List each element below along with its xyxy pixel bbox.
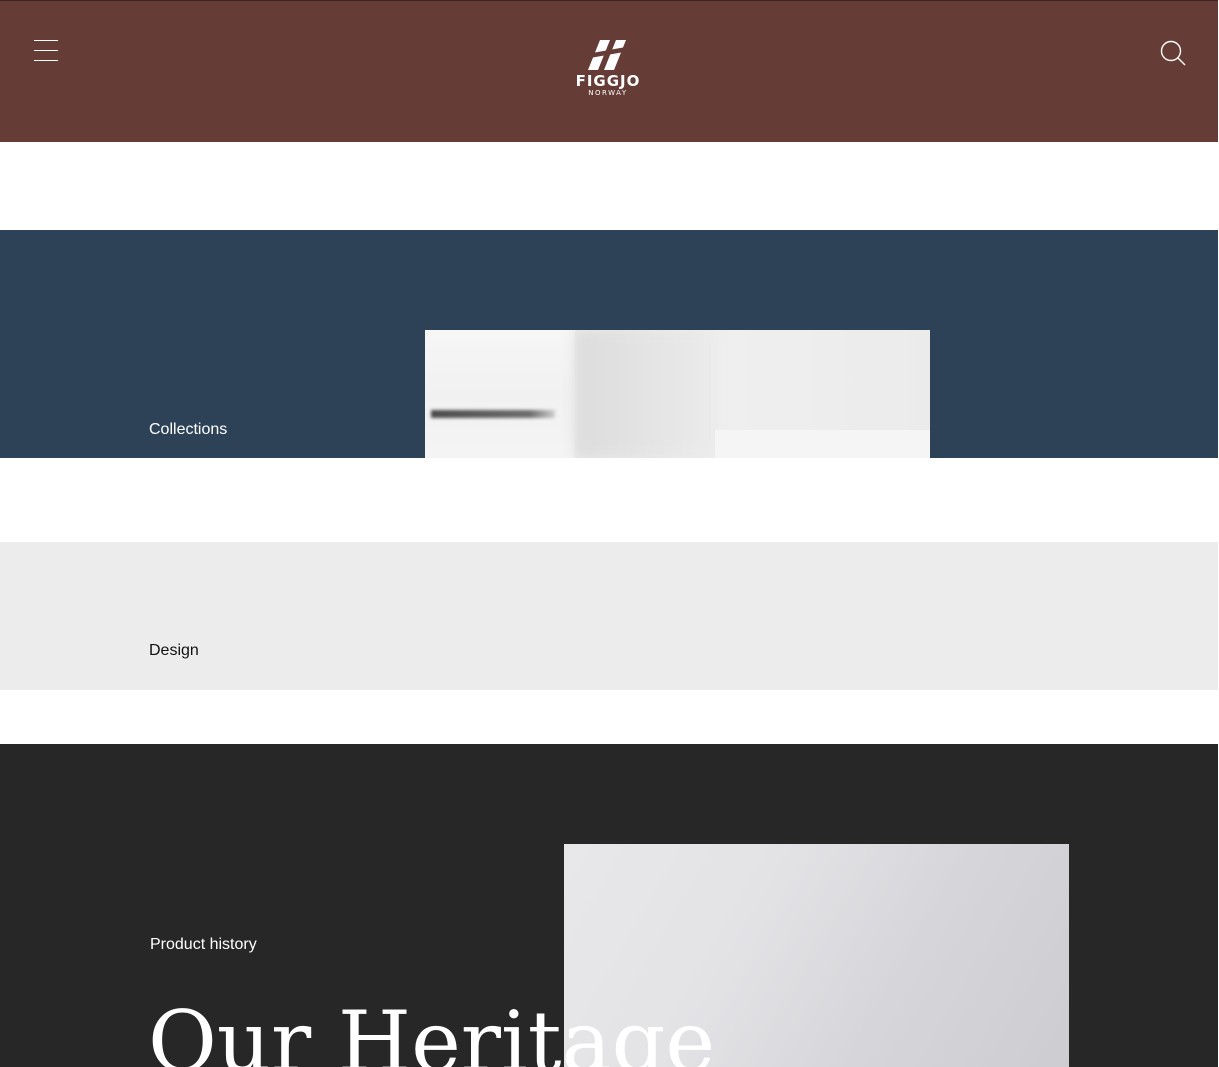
figgjo-logo-mark-icon bbox=[588, 40, 626, 70]
heritage-section: Product history Our Heritage bbox=[0, 744, 1218, 1067]
logo-wordmark: FIGGJO bbox=[575, 72, 641, 90]
collections-link[interactable]: Collections bbox=[149, 420, 227, 440]
logo-subtitle: NORWAY bbox=[588, 89, 628, 97]
site-header: FIGGJO NORWAY bbox=[0, 0, 1218, 142]
product-history-label: Product history bbox=[150, 936, 257, 953]
collections-image bbox=[425, 330, 930, 458]
design-link[interactable]: Design bbox=[149, 641, 199, 661]
heritage-title: Our Heritage bbox=[148, 993, 716, 1067]
collections-section[interactable]: Collections bbox=[0, 230, 1218, 458]
page: FIGGJO NORWAY Collections Design Product… bbox=[0, 0, 1219, 1067]
design-section[interactable]: Design bbox=[0, 542, 1218, 690]
figgjo-logo[interactable]: FIGGJO NORWAY bbox=[574, 39, 642, 103]
hamburger-menu-icon[interactable] bbox=[34, 40, 58, 62]
search-icon[interactable] bbox=[1159, 39, 1187, 67]
